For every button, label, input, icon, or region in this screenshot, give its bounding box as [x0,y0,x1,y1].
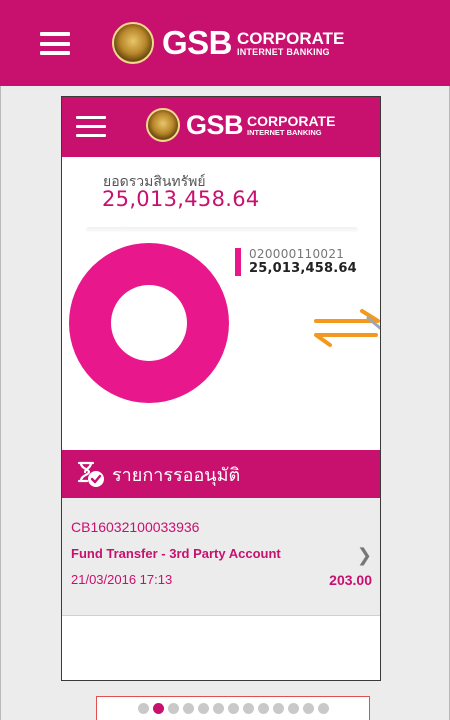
page-dot[interactable] [257,703,269,714]
brand-logo: GSB CORPORATE INTERNET BANKING [112,22,344,64]
page-dot[interactable] [242,703,254,714]
gsb-seal-icon [146,108,180,142]
page-dot[interactable] [317,703,329,714]
total-assets-value: 25,013,458.64 [102,187,260,211]
gsb-seal-icon [112,22,154,64]
chevron-right-icon[interactable]: ❯ [357,545,372,566]
hamburger-menu-icon[interactable] [76,116,106,137]
asset-donut-chart[interactable] [69,243,229,403]
phone-preview: GSB CORPORATE INTERNET BANKING ยอดรวมสิน… [61,96,381,681]
page-dot[interactable] [212,703,224,714]
brand-logo: GSB CORPORATE INTERNET BANKING [146,108,335,142]
hourglass-check-icon [77,461,104,487]
pending-transaction-row[interactable]: CB16032100033936 Fund Transfer - 3rd Par… [62,498,380,616]
brand-line-1: CORPORATE [247,112,336,129]
legend-account-number: 020000110021 [249,247,345,261]
divider [86,227,358,233]
brand-line-2: INTERNET BANKING [247,127,322,137]
page-dot[interactable] [137,703,149,714]
brand-name: GSB [162,24,233,61]
brand-line-2: INTERNET BANKING [237,46,330,57]
outer-header: GSB CORPORATE INTERNET BANKING [0,0,450,86]
pending-approval-title: รายการรออนุมัติ [112,465,241,486]
page-dot[interactable] [227,703,239,714]
page-dot[interactable] [167,703,179,714]
donut-hole [111,285,187,361]
page-dot[interactable] [287,703,299,714]
hamburger-menu-icon[interactable] [40,32,70,55]
page-dot[interactable] [152,703,164,714]
page-dot[interactable] [182,703,194,714]
legend-account-amount: 25,013,458.64 [249,261,357,276]
brand-name: GSB [186,109,244,140]
page-indicator[interactable] [96,696,370,720]
page-dot[interactable] [197,703,209,714]
page-dot[interactable] [272,703,284,714]
swap-arrows-icon[interactable] [308,308,381,348]
pending-approval-header[interactable]: รายการรออนุมัติ [62,450,380,498]
legend-color-swatch [235,248,241,276]
brand-line-1: CORPORATE [237,28,345,48]
page-dot[interactable] [302,703,314,714]
transaction-reference: CB16032100033936 [71,519,200,535]
inner-header: GSB CORPORATE INTERNET BANKING [62,97,380,157]
transaction-datetime: 21/03/2016 17:13 [71,572,173,587]
transaction-amount: 203.00 [329,572,372,588]
transaction-type: Fund Transfer - 3rd Party Account [71,546,281,561]
